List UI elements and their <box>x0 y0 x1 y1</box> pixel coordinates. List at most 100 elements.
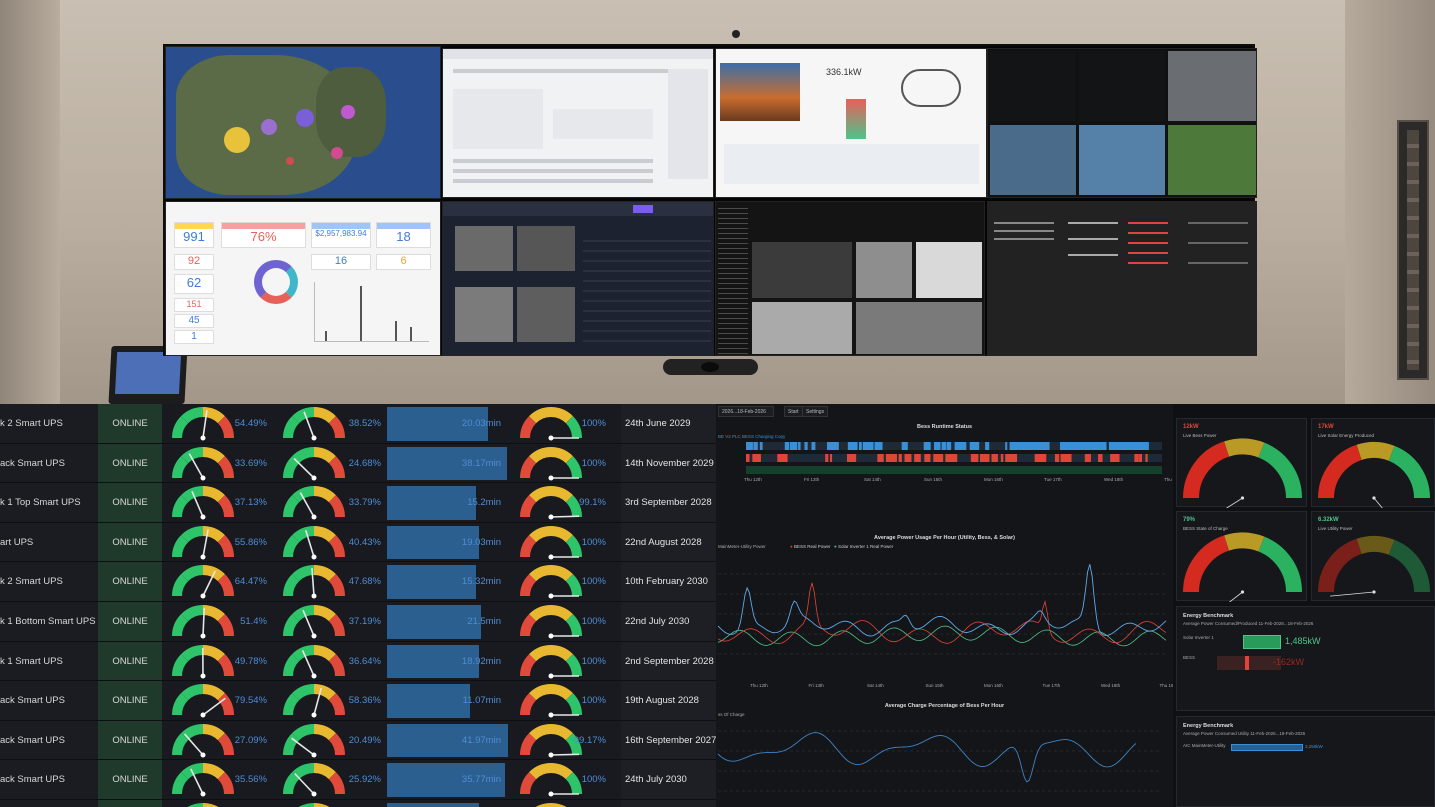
battery-gauge <box>520 763 582 797</box>
bar-chart <box>314 282 429 342</box>
gauge-segment <box>520 416 537 439</box>
runtime-segment <box>874 442 883 450</box>
gauge-dial <box>1183 438 1302 508</box>
gauge-segment <box>283 495 300 518</box>
load-percent: 27.09% <box>234 734 267 746</box>
x-tick-label: Thu 19th <box>1159 683 1174 688</box>
battery-percent: 99.1% <box>579 497 606 509</box>
runtime-segment <box>1009 442 1050 450</box>
runtime-segment <box>954 442 967 450</box>
security-app-screen <box>442 201 714 356</box>
load-gauge-cell: 55.79% <box>162 800 272 807</box>
gauge-segment <box>520 653 537 676</box>
ups-row[interactable]: ack Smart UPS ONLINE 33.69% 24.68% 38.17min 1… <box>0 443 716 484</box>
gauge-segment <box>328 614 345 637</box>
ups-row[interactable]: 55.79% 40.43% 22nd August 2028 <box>0 800 716 807</box>
gauge-segment <box>529 684 552 701</box>
gauge-segment <box>292 763 315 780</box>
gauge-segment <box>181 684 204 701</box>
runtime-cell: 19.03min <box>387 522 509 563</box>
ups-row[interactable]: k 1 Smart UPS ONLINE 49.78% 36.64% 18.92min 1… <box>0 641 716 682</box>
photo-composite: 336.1kW 991 76% $2,957,983.94 18 92 16 6… <box>0 0 1435 807</box>
ups-row[interactable]: art UPS ONLINE 55.86% 40.43% 19.03min 100% 22n… <box>0 522 716 563</box>
donut-chart <box>254 260 298 304</box>
gauge-segment <box>172 772 189 795</box>
runtime-cell: 15.32min <box>387 562 509 602</box>
ups-row[interactable]: ack Smart UPS ONLINE 35.56% 25.92% 35.77min 1… <box>0 760 716 800</box>
gauge-segment <box>565 653 582 676</box>
gauge-segment <box>565 574 582 597</box>
runtime-segment <box>934 442 941 450</box>
runtime-segment <box>946 442 952 450</box>
ups-row[interactable]: ack Smart UPS ONLINE 79.54% 58.36% 11.07min 1… <box>0 681 716 721</box>
runtime-segment <box>752 454 761 462</box>
gauge-needle <box>202 697 226 716</box>
runtime-segment <box>862 442 874 450</box>
x-tick-label: Wed 18th <box>1101 683 1121 688</box>
gauge-segment <box>529 644 552 661</box>
legend-bess: ● BESS Real Power <box>790 544 831 549</box>
ups-row[interactable]: ack Smart UPS ONLINE 27.09% 20.49% 41.97min 9… <box>0 720 716 761</box>
runtime-segment <box>1110 454 1120 462</box>
ups-row[interactable]: k 2 Smart UPS ONLINE 54.49% 38.52% 20.03min 1… <box>0 404 716 444</box>
battery-gauge <box>520 446 582 481</box>
load-gauge-cell: 20.49% <box>273 720 386 761</box>
settings-button[interactable]: Settings <box>802 406 829 417</box>
ups-row[interactable]: k 1 Top Smart UPS ONLINE 37.13% 33.79% 15.2m… <box>0 483 716 523</box>
gauge-hub <box>548 435 554 441</box>
load-gauge <box>172 486 234 520</box>
load-gauge <box>283 684 345 718</box>
start-button[interactable]: Start <box>784 406 803 417</box>
gauge-segment <box>550 407 573 424</box>
gauge-segment <box>202 446 225 463</box>
runtime-segment <box>1084 454 1091 462</box>
runtime-cell <box>387 800 509 807</box>
gauge-segment <box>172 614 189 637</box>
benchmark-bess-bar <box>1245 656 1249 670</box>
ups-row[interactable]: k 2 Smart UPS ONLINE 64.47% 47.68% 15.32min 1… <box>0 562 716 602</box>
ups-row[interactable]: k 1 Bottom Smart UPS ONLINE 51.4% 37.19% 21.… <box>0 602 716 642</box>
left-wall <box>0 0 60 404</box>
gauge-segment <box>181 525 204 543</box>
gauge-segment <box>181 605 204 622</box>
gauge-segment <box>328 455 345 478</box>
runtime-segment <box>847 442 858 450</box>
runtime-row-label: BE V2 PLC BESS Charging Copy <box>718 434 786 439</box>
load-percent: 25.92% <box>348 774 381 786</box>
ups-name: ack Smart UPS <box>0 720 98 761</box>
battery-replace-date: 22nd August 2028 <box>621 522 716 563</box>
runtime-segment <box>1098 454 1103 462</box>
video-wall: 336.1kW 991 76% $2,957,983.94 18 92 16 6… <box>163 44 1257 356</box>
ups-name: k 2 Smart UPS <box>0 404 98 444</box>
ups-status: ONLINE <box>98 483 162 523</box>
battery-gauge-cell: 99.1% <box>510 483 620 523</box>
kpi-value: 16 <box>334 255 348 267</box>
battery-gauge-cell: 100% <box>510 522 620 563</box>
gauge-dial <box>1318 442 1430 508</box>
gauge-hub <box>311 673 317 679</box>
runtime-value: 35.77min <box>461 774 501 786</box>
gauge-segment <box>313 525 336 543</box>
x-tick-label: Sun 15th <box>925 683 944 688</box>
gauge-segment <box>529 565 552 582</box>
x-tick-label: Tue 17th <box>1044 477 1062 482</box>
charge-chart-title: Average Charge Percentage of Bess Per Ho… <box>884 703 1005 709</box>
gauge-segment <box>283 416 300 439</box>
load-gauge <box>172 763 234 797</box>
load-percent: 58.36% <box>348 695 381 707</box>
gauge-segment <box>328 574 345 597</box>
kpi-dashboard-screen: 991 76% $2,957,983.94 18 92 16 6 62 151 … <box>165 201 441 356</box>
gauge-hub <box>200 712 206 718</box>
date-range-picker[interactable]: 2026...18-Feb-2026 <box>718 406 774 417</box>
conference-camera-bar <box>663 359 758 375</box>
gauge-hub <box>311 752 317 758</box>
runtime-segment <box>901 442 908 450</box>
benchmark-bess-value: -162kW <box>1273 657 1305 667</box>
gauge-needle <box>1373 497 1383 508</box>
ups-status-table: k 2 Smart UPS ONLINE 54.49% 38.52% 20.03min 1… <box>0 404 716 807</box>
ups-status: ONLINE <box>98 602 162 642</box>
battery-percent: 100% <box>581 774 606 786</box>
gauge-segment <box>565 416 582 439</box>
gauge-segment <box>565 495 582 518</box>
gauge-segment <box>1224 438 1265 458</box>
